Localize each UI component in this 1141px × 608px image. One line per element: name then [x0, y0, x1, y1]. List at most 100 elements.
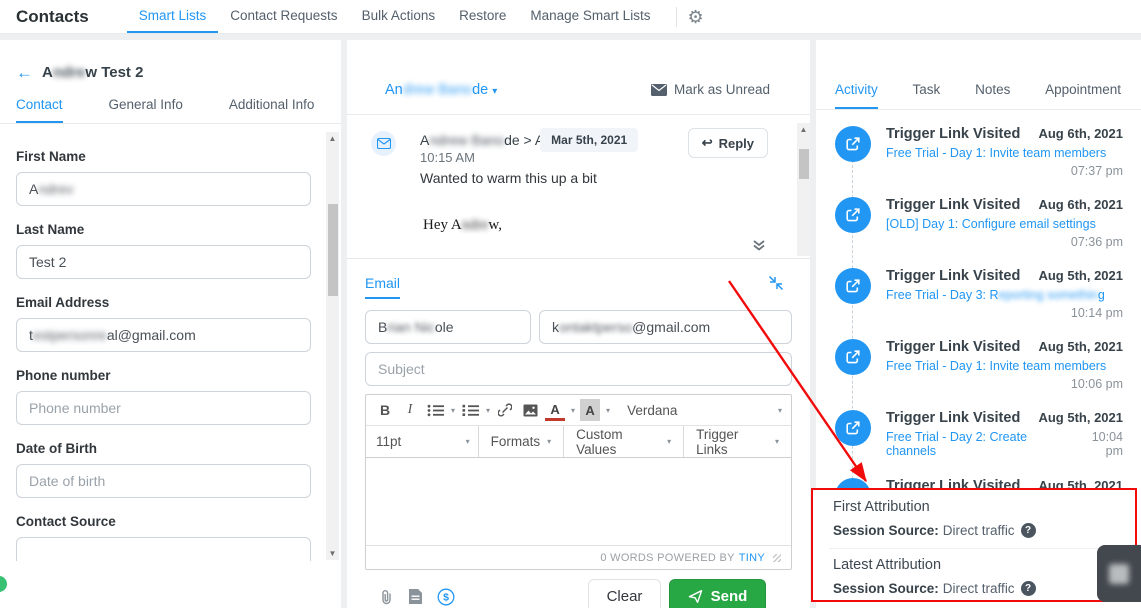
trigger-links-dropdown[interactable]: Trigger Links▾ [683, 426, 791, 457]
scroll-up-icon[interactable]: ▲ [326, 132, 339, 145]
entry-title: Trigger Link Visited [886, 126, 1020, 142]
activity-feed: Trigger Link Visited Aug 6th, 2021 Free … [816, 110, 1141, 534]
template-document-icon[interactable] [409, 589, 422, 604]
envelope-icon [651, 84, 667, 96]
text-color-button[interactable]: A [545, 399, 565, 421]
tab-task[interactable]: Task [913, 82, 941, 109]
last-name-field[interactable] [16, 245, 311, 279]
word-count: 0 WORDS POWERED BY [600, 552, 734, 564]
help-question-icon[interactable]: ? [1021, 523, 1036, 538]
email-field[interactable]: testpersonreal@gmail.com [16, 318, 311, 352]
attach-file-icon[interactable] [379, 589, 394, 605]
activity-tabs: Activity Task Notes Appointment [816, 40, 1141, 110]
chevron-down-icon[interactable]: ▾ [451, 406, 455, 415]
payment-dollar-icon[interactable]: $ [437, 588, 455, 606]
email-composer: Email Brian Nicole kontaktperso@gmail.co… [347, 259, 810, 608]
entry-date: Aug 6th, 2021 [1038, 126, 1123, 141]
trigger-link[interactable]: Free Trial - Day 3: Reporting something [886, 288, 1123, 302]
entry-time: 10:04 pm [1073, 430, 1123, 458]
entry-title: Trigger Link Visited [886, 268, 1020, 284]
session-source-label: Session Source: [833, 581, 939, 596]
chat-widget-icon [1109, 564, 1129, 584]
resize-handle[interactable] [773, 554, 781, 562]
chevron-down-icon[interactable]: ▾ [606, 406, 610, 415]
scrollbar-thumb[interactable] [328, 204, 338, 296]
tiny-brand-link[interactable]: TINY [739, 552, 765, 564]
tab-contact[interactable]: Contact [16, 97, 63, 123]
tab-email[interactable]: Email [365, 275, 400, 299]
entry-time: 07:36 pm [886, 235, 1123, 249]
mark-as-unread-button[interactable]: Mark as Unread [651, 82, 770, 97]
formats-dropdown[interactable]: Formats▾ [478, 426, 564, 457]
entry-date: Aug 5th, 2021 [1038, 339, 1123, 354]
chevron-down-icon[interactable]: ▾ [486, 406, 490, 415]
tab-additional-info[interactable]: Additional Info [229, 97, 315, 123]
tab-manage-smart-lists[interactable]: Manage Smart Lists [518, 0, 662, 33]
dob-field[interactable] [16, 464, 311, 498]
contact-name-dropdown[interactable]: Andrew Banode▾ [385, 82, 497, 98]
trigger-link[interactable]: Free Trial - Day 2: Create channels [886, 430, 1073, 458]
activity-entry: Trigger Link Visited Aug 5th, 2021 Free … [886, 410, 1123, 458]
collapse-message-icon[interactable] [752, 238, 766, 257]
italic-button[interactable]: I [400, 399, 420, 421]
trigger-link[interactable]: Free Trial - Day 1: Invite team members [886, 146, 1123, 160]
first-attribution-title: First Attribution [833, 499, 1119, 515]
entry-date: Aug 6th, 2021 [1038, 197, 1123, 212]
message-sender: Andrew Banode > A Mar 5th, 2021 [420, 128, 638, 152]
reply-arrow-icon: ↩ [702, 135, 713, 151]
chevron-down-icon[interactable]: ▾ [778, 406, 782, 415]
phone-field[interactable] [16, 391, 311, 425]
font-family-dropdown[interactable]: Verdana [627, 403, 677, 418]
left-panel-scrollbar[interactable]: ▲ ▼ [326, 132, 339, 560]
scroll-down-icon[interactable]: ▼ [326, 547, 339, 560]
from-email-field[interactable]: kontaktperso@gmail.com [539, 310, 792, 344]
latest-attribution-title: Latest Attribution [833, 557, 1119, 573]
chat-widget-button[interactable] [1097, 545, 1141, 602]
email-body-editor[interactable] [366, 457, 791, 545]
scrollbar-thumb[interactable] [799, 149, 809, 179]
tab-smart-lists[interactable]: Smart Lists [127, 0, 219, 33]
font-size-dropdown[interactable]: 11pt▾ [366, 426, 478, 457]
reply-button[interactable]: ↩ Reply [688, 128, 768, 158]
subject-field[interactable] [365, 352, 792, 386]
back-arrow-icon[interactable]: ← [16, 64, 33, 81]
highlight-color-button[interactable]: A [580, 399, 600, 421]
numbered-list-button[interactable] [460, 399, 480, 421]
help-question-icon[interactable]: ? [1021, 581, 1036, 596]
trigger-link[interactable]: Free Trial - Day 1: Invite team members [886, 359, 1123, 373]
tab-activity[interactable]: Activity [835, 82, 878, 109]
chevron-down-icon[interactable]: ▾ [571, 406, 575, 415]
compress-composer-icon[interactable] [768, 275, 784, 296]
chevron-down-icon: ▾ [466, 437, 470, 446]
tab-general-info[interactable]: General Info [109, 97, 183, 123]
custom-values-dropdown[interactable]: Custom Values▾ [563, 426, 683, 457]
bullet-list-button[interactable] [425, 399, 445, 421]
redacted-text: drew Bano [403, 82, 472, 98]
trigger-link[interactable]: [OLD] Day 1: Configure email settings [886, 217, 1123, 231]
divider [0, 123, 341, 124]
redacted-text: estpersonre [33, 327, 107, 343]
tab-notes[interactable]: Notes [975, 82, 1010, 109]
last-name-label: Last Name [16, 222, 311, 237]
attribution-highlight-box: First Attribution Session Source: Direct… [811, 488, 1137, 602]
tab-bulk-actions[interactable]: Bulk Actions [350, 0, 448, 33]
redacted-text: ndre [462, 217, 489, 233]
tab-restore[interactable]: Restore [447, 0, 518, 33]
activity-entry: Trigger Link Visited Aug 5th, 2021 Free … [886, 268, 1123, 324]
insert-image-button[interactable] [520, 399, 540, 421]
divider [676, 7, 677, 27]
thread-scrollbar[interactable]: ▲ [797, 123, 810, 256]
redacted-text: ndrev [38, 181, 73, 197]
clear-button[interactable]: Clear [588, 579, 661, 608]
first-name-field[interactable]: Andrev [16, 172, 311, 206]
tab-contact-requests[interactable]: Contact Requests [218, 0, 349, 33]
bold-button[interactable]: B [375, 399, 395, 421]
insert-link-button[interactable] [495, 399, 515, 421]
send-button[interactable]: Send [669, 579, 766, 608]
tab-appointment[interactable]: Appointment [1045, 82, 1121, 109]
scroll-up-icon[interactable]: ▲ [797, 123, 810, 136]
from-name-field[interactable]: Brian Nicole [365, 310, 531, 344]
contact-source-field[interactable] [16, 537, 311, 561]
entry-date: Aug 5th, 2021 [1038, 410, 1123, 425]
settings-gear-icon[interactable]: ⚙ [687, 8, 703, 26]
